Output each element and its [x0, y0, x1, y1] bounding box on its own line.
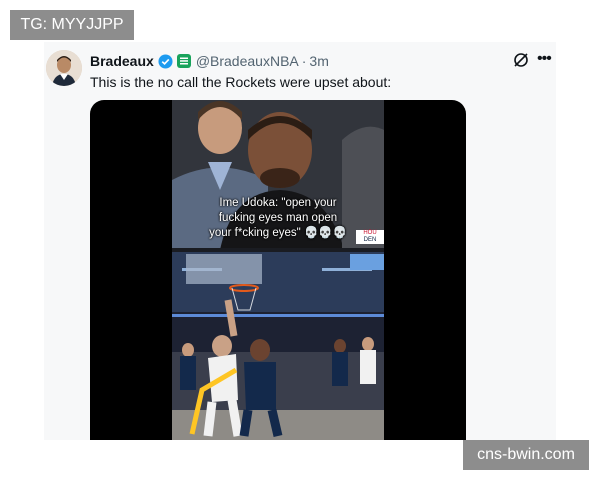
tweet-text: This is the no call the Rockets were ups…	[90, 74, 392, 90]
timestamp[interactable]: 3m	[309, 53, 328, 69]
display-name[interactable]: Bradeaux	[90, 53, 154, 69]
caption-line-1: Ime Udoka: "open your	[219, 197, 337, 209]
avatar[interactable]	[46, 50, 82, 86]
caption-line-3: your f*cking eyes" 💀💀💀	[209, 227, 347, 239]
tweet-card[interactable]: Bradeaux @BradeauxNBA · 3m ••• This is t…	[44, 42, 556, 440]
affiliate-badge-icon[interactable]	[176, 54, 191, 68]
tweet-header: Bradeaux @BradeauxNBA · 3m	[90, 52, 329, 70]
handle[interactable]: @BradeauxNBA	[196, 53, 299, 69]
score-home-team: HOU	[363, 230, 377, 236]
scoreboard-badge: HOU DEN	[356, 230, 384, 244]
score-away-team: DEN	[363, 237, 377, 243]
watermark-top: TG: MYYJJPP	[10, 10, 134, 40]
separator: ·	[301, 53, 307, 69]
watermark-bottom: cns-bwin.com	[463, 440, 589, 470]
video-still	[172, 100, 384, 440]
video-player[interactable]: Ime Udoka: "open your fucking eyes man o…	[90, 100, 466, 440]
video-frame[interactable]: Ime Udoka: "open your fucking eyes man o…	[172, 100, 384, 440]
caption-line-2: fucking eyes man open	[218, 212, 338, 224]
verified-badge-icon	[158, 53, 173, 69]
more-options-icon[interactable]: •••	[537, 50, 555, 68]
grok-icon[interactable]	[512, 51, 530, 69]
video-caption: Ime Udoka: "open your fucking eyes man o…	[172, 196, 384, 241]
